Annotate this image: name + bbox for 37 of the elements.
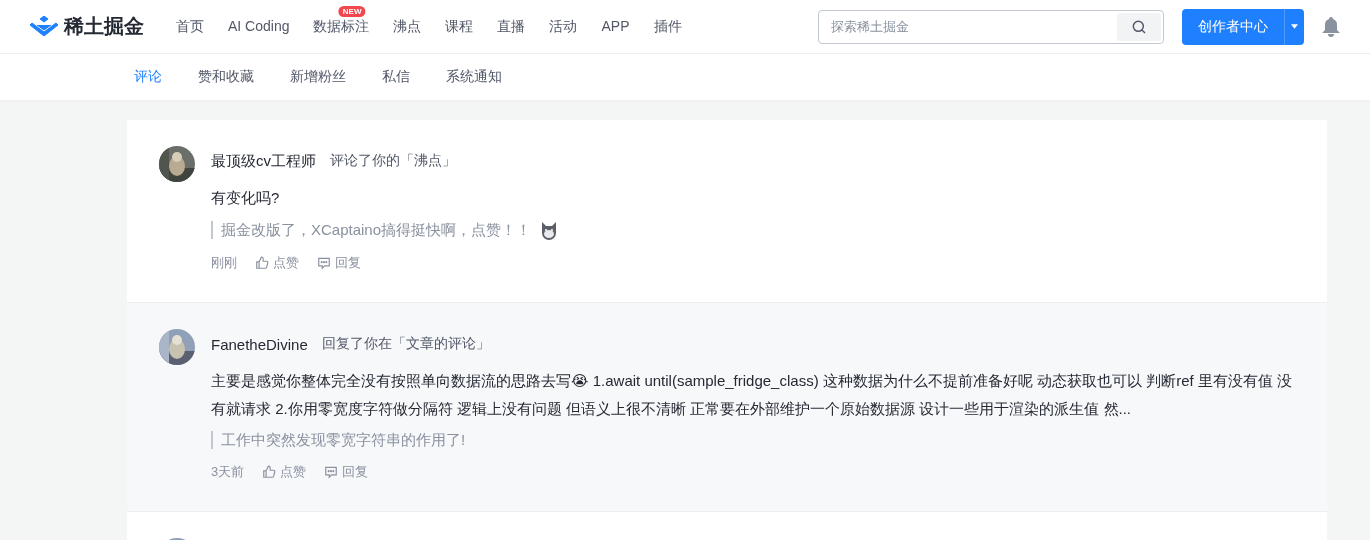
nav-link[interactable]: 首页 bbox=[164, 17, 216, 36]
thumbs-up-icon bbox=[262, 465, 277, 479]
tab[interactable]: 私信 bbox=[382, 68, 410, 86]
caret-icon bbox=[1291, 24, 1298, 29]
quoted-text: 掘金改版了，XCaptaino搞得挺快啊，点赞！！ bbox=[211, 221, 532, 239]
search-button[interactable] bbox=[1117, 12, 1161, 41]
new-badge: NEW bbox=[338, 5, 366, 17]
time-label: 刚刚 bbox=[211, 254, 237, 272]
nav-link[interactable]: 课程 bbox=[433, 17, 486, 36]
logo-icon bbox=[30, 15, 58, 38]
comment-text: 有变化吗? bbox=[211, 188, 281, 208]
comment-icon bbox=[317, 256, 331, 270]
nav-link[interactable]: 沸点 bbox=[381, 17, 434, 36]
logo-text[interactable]: 稀土掘金 bbox=[64, 13, 144, 40]
action-text: 回复了你在「文章的评论」 bbox=[321, 335, 490, 353]
nav-link[interactable]: 直播 bbox=[485, 17, 538, 36]
quoted-text: 工作中突然发现零宽字符串的作用了! bbox=[211, 431, 466, 449]
nav-link[interactable]: AI Coding bbox=[216, 17, 302, 36]
nav-link[interactable]: 数据标注 bbox=[301, 17, 382, 36]
user-name[interactable]: 最顶级cv工程师 bbox=[211, 151, 316, 171]
time-label: 3天前 bbox=[211, 463, 245, 481]
nav-link[interactable]: 活动 bbox=[537, 17, 590, 36]
tab[interactable]: 赞和收藏 bbox=[198, 68, 254, 86]
action-text: 评论了你的「沸点」 bbox=[330, 152, 456, 170]
tab[interactable]: 系统通知 bbox=[446, 68, 502, 86]
comment-icon bbox=[324, 465, 339, 479]
tab[interactable]: 新增粉丝 bbox=[290, 68, 346, 86]
user-name[interactable]: FanetheDivine bbox=[211, 335, 308, 353]
tab[interactable]: 评论 bbox=[134, 68, 162, 86]
thumbs-up-icon bbox=[255, 256, 269, 270]
nav-link[interactable]: APP bbox=[589, 17, 642, 36]
notification-bell-icon[interactable] bbox=[1322, 16, 1340, 37]
search-field[interactable]: 探索稀土掘金 bbox=[819, 19, 1117, 34]
search-box[interactable]: 探索稀土掘金 bbox=[818, 9, 1164, 44]
nav-link[interactable]: 插件 bbox=[641, 17, 694, 36]
comment-text: 主要是感觉你整体完全没有按照单向数据流的思路去写😭 1.await until(sample_fridge_class) 这种数据为什么不提前准备好呢 动态获取也可以 判断ref 里有没有值 没有就请求 2.你用零宽度字符做分隔符 逻辑上没有问题 但语义上很不清晰 正常要在外部维护一个原始数据源 设计一些用于渲染的派生值 然... bbox=[211, 371, 1293, 419]
search-icon bbox=[1131, 18, 1147, 35]
